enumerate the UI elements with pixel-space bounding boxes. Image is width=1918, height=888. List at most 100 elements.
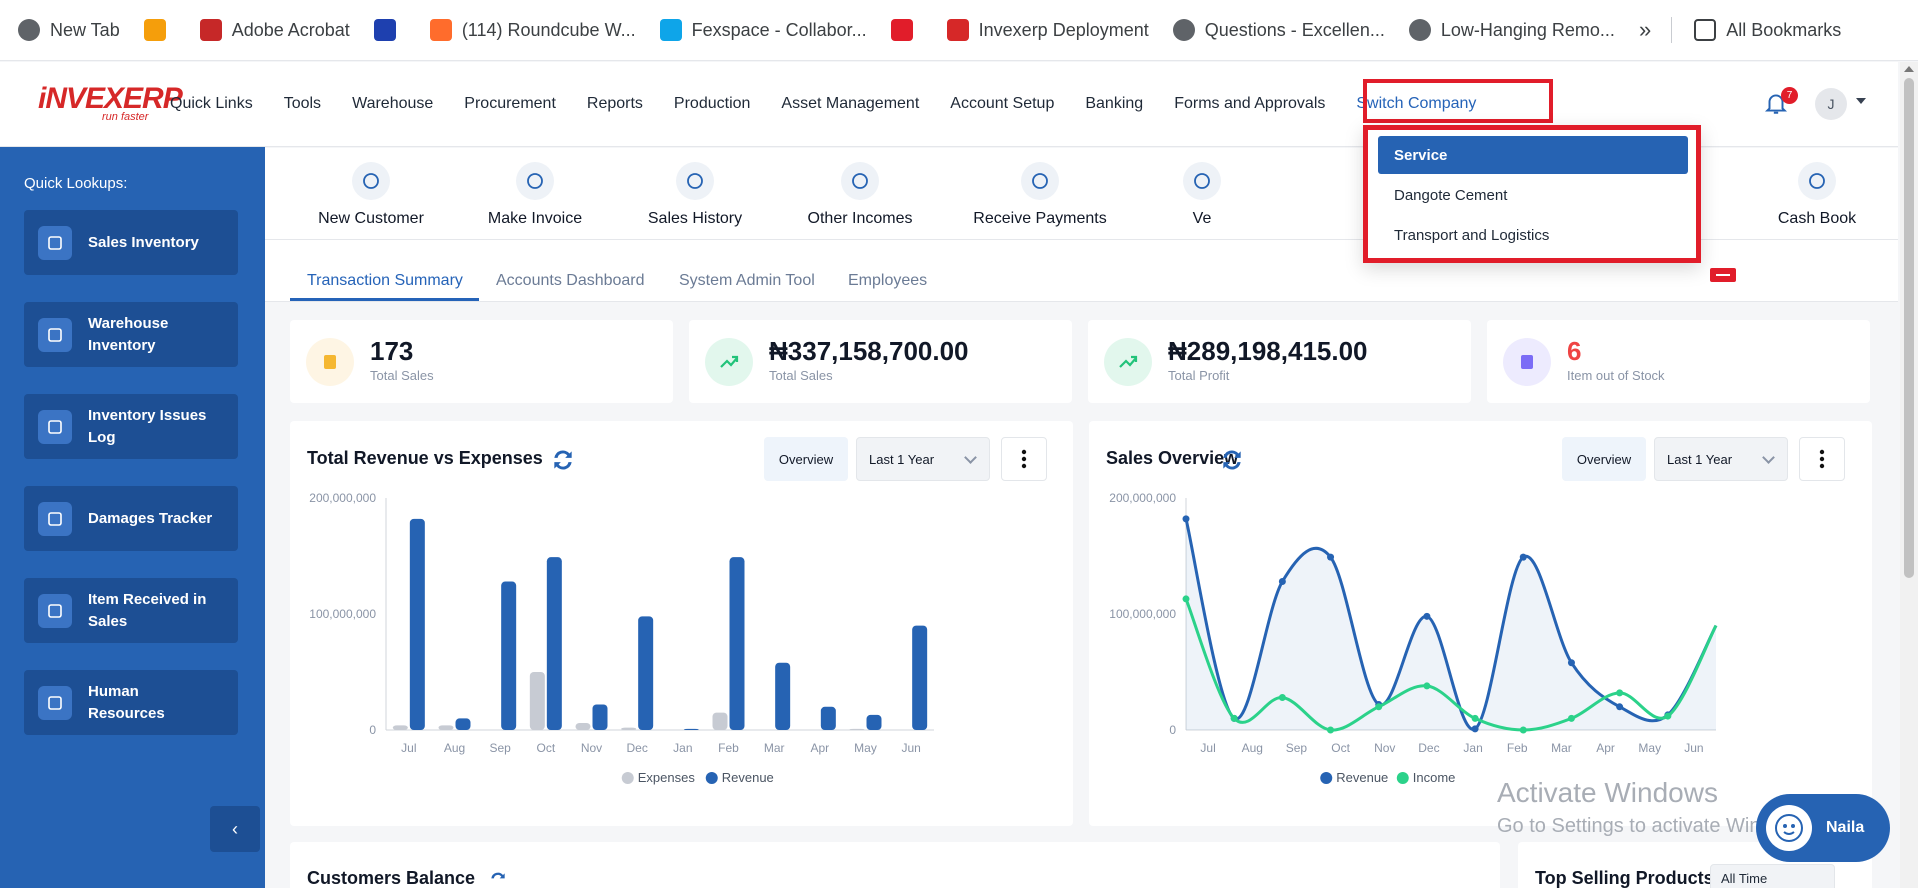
bookmarks-overflow-button[interactable]: » (1639, 17, 1651, 43)
point-revenue-oct[interactable] (1327, 553, 1335, 561)
nav-item-asset-management[interactable]: Asset Management (781, 95, 919, 113)
nav-item-warehouse[interactable]: Warehouse (352, 95, 433, 113)
bar-revenue-nov[interactable] (592, 704, 608, 730)
nav-item-reports[interactable]: Reports (587, 95, 643, 113)
scroll-up-icon[interactable] (1904, 66, 1914, 72)
point-income-oct[interactable] (1327, 726, 1335, 734)
bookmark-item[interactable]: Invexerp Deployment (946, 19, 1149, 41)
legend-label[interactable]: Expenses (638, 770, 696, 785)
bar-expenses-oct[interactable] (529, 672, 545, 730)
sidebar-item-damages-tracker[interactable]: Damages Tracker (24, 486, 238, 551)
bar-expenses-aug[interactable] (438, 725, 454, 730)
bar-revenue-dec[interactable] (638, 616, 654, 730)
quick-action-ve[interactable]: Ve (1102, 162, 1302, 228)
point-income-apr[interactable] (1616, 689, 1624, 697)
sidebar-collapse-button[interactable]: ‹ (210, 806, 260, 852)
bar-revenue-sep[interactable] (501, 581, 517, 730)
bar-revenue-apr[interactable] (820, 706, 836, 730)
sidebar-item-human-resources[interactable]: Human Resources (24, 670, 238, 735)
x-tick-label: Sep (489, 741, 511, 755)
kpi-label: Total Sales (370, 368, 434, 383)
nav-item-banking[interactable]: Banking (1085, 95, 1143, 113)
bar-expenses-may[interactable] (849, 728, 865, 730)
avatar[interactable]: J (1815, 88, 1847, 120)
globe-icon (1172, 19, 1195, 41)
bar-revenue-oct[interactable] (546, 557, 562, 730)
nav-item-account-setup[interactable]: Account Setup (950, 95, 1054, 113)
bookmark-item[interactable]: Fexspace - Collabor... (659, 19, 867, 41)
bar-revenue-mar[interactable] (775, 662, 791, 730)
point-income-mar[interactable] (1567, 714, 1575, 722)
sidebar-item-warehouse-inventory[interactable]: Warehouse Inventory (24, 302, 238, 367)
chat-widget-button[interactable]: Naila (1756, 794, 1890, 862)
sidebar-item-item-received-in-sales[interactable]: Item Received in Sales (24, 578, 238, 643)
nav-item-procurement[interactable]: Procurement (464, 95, 556, 113)
bookmark-item[interactable] (143, 19, 176, 41)
legend-label[interactable]: Revenue (722, 770, 774, 785)
bookmark-label: Low-Hanging Remo... (1440, 19, 1615, 40)
bookmark-item[interactable]: Adobe Acrobat (199, 19, 350, 41)
company-option-dangote-cement[interactable]: Dangote Cement (1378, 176, 1688, 214)
refresh-icon[interactable] (485, 870, 511, 888)
bar-revenue-jul[interactable] (409, 518, 425, 730)
sidebar-item-sales-inventory[interactable]: Sales Inventory (24, 210, 238, 275)
point-income-may[interactable] (1664, 712, 1672, 720)
caret-down-icon[interactable] (1856, 98, 1866, 104)
point-revenue-dec[interactable] (1423, 612, 1431, 620)
tab-accounts-dashboard[interactable]: Accounts Dashboard (496, 272, 645, 290)
point-revenue-mar[interactable] (1567, 659, 1575, 667)
app-logo[interactable]: iNVEXERP run faster (0, 84, 183, 123)
legend-label[interactable]: Income (1413, 770, 1456, 785)
quick-action-other-incomes[interactable]: Other Incomes (760, 162, 960, 228)
point-revenue-feb[interactable] (1519, 553, 1527, 561)
bookmarks-bar: New Tab Adobe Acrobat (114) Roundcube W...… (0, 0, 1918, 61)
bookmark-item[interactable]: Questions - Excellen... (1172, 19, 1385, 41)
nav-item-quick-links[interactable]: Quick Links (170, 95, 253, 113)
activate-windows-watermark: Activate Windows (1497, 777, 1718, 808)
tab-system-admin-tool[interactable]: System Admin Tool (679, 272, 815, 290)
bar-expenses-nov[interactable] (575, 723, 591, 730)
point-income-dec[interactable] (1423, 682, 1431, 690)
bar-expenses-jul[interactable] (392, 725, 408, 730)
x-tick-label: Dec (1418, 741, 1439, 755)
bar-revenue-aug[interactable] (455, 718, 471, 730)
point-income-sep[interactable] (1278, 694, 1286, 702)
tab-transaction-summary[interactable]: Transaction Summary (307, 272, 463, 290)
top-selling-range-select[interactable]: All Time (1710, 864, 1835, 888)
point-revenue-jan[interactable] (1471, 725, 1479, 733)
point-revenue-jul[interactable] (1182, 515, 1190, 523)
nav-item-production[interactable]: Production (674, 95, 751, 113)
bookmark-item[interactable]: (114) Roundcube W... (429, 19, 636, 41)
company-option-service[interactable]: Service (1378, 136, 1688, 174)
sidebar-item-label: Warehouse Inventory (88, 314, 169, 354)
bar-revenue-may[interactable] (866, 714, 882, 730)
sidebar-item-label: Damages Tracker (88, 509, 213, 527)
point-revenue-sep[interactable] (1278, 578, 1286, 586)
point-income-jul[interactable] (1182, 595, 1190, 603)
tab-employees[interactable]: Employees (848, 272, 927, 290)
sidebar-item-inventory-issues-log[interactable]: Inventory Issues Log (24, 394, 238, 459)
bookmark-label: Adobe Acrobat (231, 19, 350, 40)
nav-item-switch-company[interactable]: Switch Company (1356, 95, 1476, 113)
all-bookmarks-button[interactable]: All Bookmarks (1694, 19, 1841, 41)
nav-item-forms-and-approvals[interactable]: Forms and Approvals (1174, 95, 1325, 113)
scrollbar-thumb[interactable] (1904, 78, 1914, 578)
nav-item-tools[interactable]: Tools (284, 95, 321, 113)
bookmark-item[interactable]: New Tab (18, 19, 120, 41)
bookmark-item[interactable] (373, 19, 406, 41)
bar-revenue-jan[interactable] (683, 728, 699, 730)
point-income-nov[interactable] (1375, 703, 1383, 711)
bar-expenses-dec[interactable] (621, 727, 637, 730)
bar-expenses-feb[interactable] (712, 712, 728, 730)
bookmark-item[interactable] (890, 19, 923, 41)
point-revenue-apr[interactable] (1616, 703, 1624, 711)
legend-label[interactable]: Revenue (1336, 770, 1388, 785)
bookmark-item[interactable]: Low-Hanging Remo... (1408, 19, 1615, 41)
quick-action-cash-book[interactable]: Cash Book (1717, 162, 1917, 228)
point-income-jan[interactable] (1471, 714, 1479, 722)
point-income-aug[interactable] (1230, 714, 1238, 722)
bar-revenue-jun[interactable] (912, 625, 928, 730)
point-income-feb[interactable] (1519, 726, 1527, 734)
company-option-transport-and-logistics[interactable]: Transport and Logistics (1378, 216, 1688, 254)
bar-revenue-feb[interactable] (729, 557, 745, 730)
